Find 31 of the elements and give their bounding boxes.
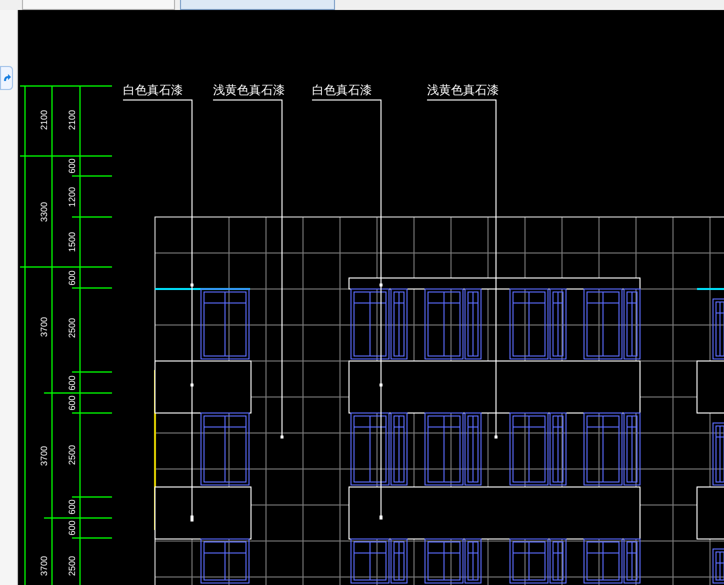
dimension-text: 2500 — [67, 444, 77, 466]
material-label: 浅黄色真石漆 — [427, 83, 499, 97]
window-frame — [712, 298, 724, 360]
refresh-icon — [2, 73, 11, 83]
dimension-text: 3300 — [39, 202, 49, 222]
material-label: 白色真石漆 — [123, 83, 183, 97]
material-label: 浅黄色真石漆 — [213, 83, 285, 97]
refresh-button[interactable] — [0, 66, 13, 90]
dimension-text: 3700 — [39, 316, 49, 338]
dimension-text: 600 — [67, 158, 77, 174]
dimension-text: 2500 — [67, 318, 77, 338]
dimension-text: 600 — [67, 375, 77, 391]
dimension-text: 3700 — [39, 556, 49, 576]
dimension-text: 600 — [67, 499, 77, 515]
dimension-text: 2100 — [39, 110, 49, 130]
document-tab[interactable] — [180, 0, 335, 10]
floor-edge-line — [697, 288, 724, 290]
dimension-text: 600 — [67, 520, 77, 536]
dimension-text: 1500 — [67, 232, 77, 252]
window-frame — [200, 538, 250, 584]
dimension-text: 2100 — [67, 110, 77, 130]
dimension-text: 1200 — [67, 186, 77, 208]
window-frame — [712, 548, 724, 584]
dimension-text: 2500 — [67, 556, 77, 576]
dimension-text: 600 — [67, 395, 77, 411]
window-frame — [712, 422, 724, 486]
window-frame — [200, 288, 250, 360]
material-label: 白色真石漆 — [312, 83, 372, 97]
dimension-text: 3700 — [39, 446, 49, 466]
document-tab[interactable] — [22, 0, 175, 10]
dimension-text: 600 — [67, 270, 77, 286]
